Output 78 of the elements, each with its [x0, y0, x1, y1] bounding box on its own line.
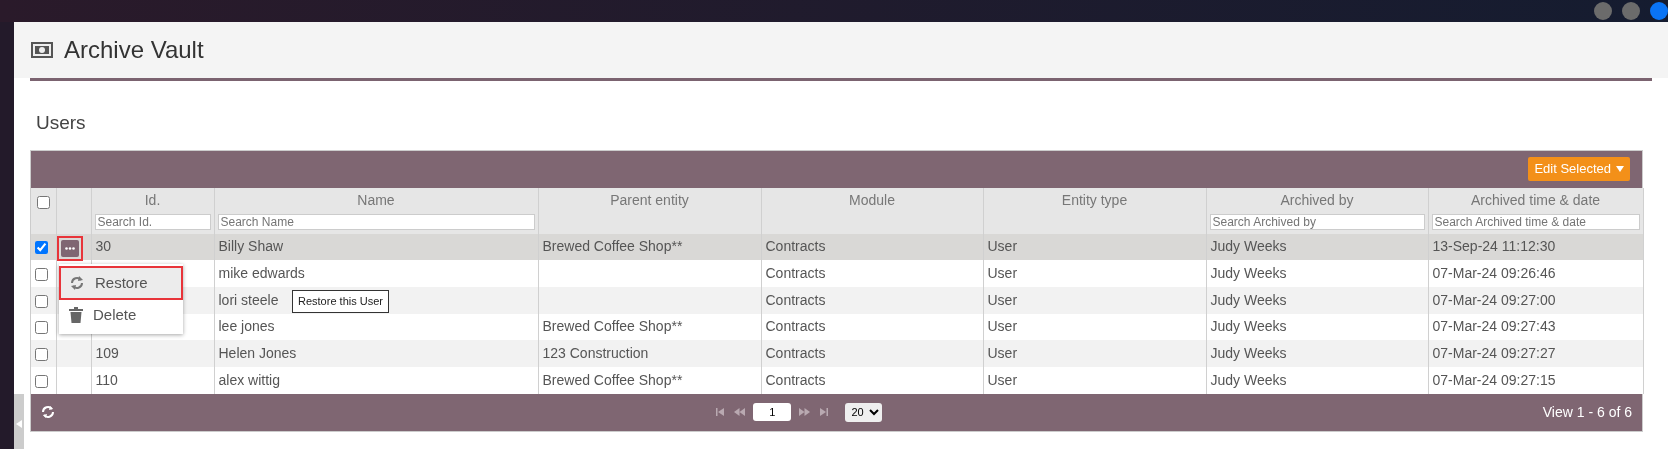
- table-cell: 07-Mar-24 09:26:46: [1432, 265, 1556, 282]
- column-header: Name: [356, 190, 396, 210]
- column-header: Parent entity: [609, 190, 690, 210]
- table-cell: 30: [95, 238, 112, 255]
- page-field[interactable]: 1: [753, 403, 792, 422]
- more-button[interactable]: [60, 239, 79, 257]
- column-header: Archived by: [1279, 190, 1355, 210]
- table-cell: 123 Construction: [542, 345, 649, 362]
- avatar-icon[interactable]: [1650, 2, 1668, 20]
- row-checkbox[interactable]: [35, 321, 48, 335]
- table-cell: Brewed Coffee Shop**: [542, 371, 683, 388]
- tooltip: Restore this User: [292, 290, 389, 313]
- toolbar-icon[interactable]: [1594, 2, 1612, 20]
- previous-page-icon[interactable]: [734, 408, 746, 417]
- table-cell: User: [987, 345, 1018, 362]
- table-cell: Helen Jones: [218, 345, 297, 362]
- table-cell: Contracts: [765, 318, 826, 335]
- refresh-icon[interactable]: [41, 405, 55, 420]
- table-cell: User: [987, 265, 1018, 282]
- search-field[interactable]: Search Name: [217, 213, 535, 230]
- trash-icon: [69, 307, 83, 323]
- refresh-icon: [69, 275, 85, 291]
- page-size-select[interactable]: 20: [845, 402, 883, 422]
- table-cell: Contracts: [765, 238, 826, 255]
- page-title: Archive Vault: [64, 35, 204, 65]
- table-cell: mike edwards: [218, 265, 305, 282]
- next-page-icon[interactable]: [799, 408, 811, 417]
- table-cell: 07-Mar-24 09:27:27: [1432, 345, 1556, 362]
- row-checkbox[interactable]: [35, 267, 48, 281]
- table-cell: Judy Weeks: [1210, 371, 1287, 388]
- table-cell: User: [987, 291, 1018, 308]
- first-page-icon[interactable]: [715, 408, 727, 417]
- search-field[interactable]: Search Archived by: [1209, 213, 1425, 230]
- row-checkbox[interactable]: [35, 294, 48, 308]
- table-cell: Judy Weeks: [1210, 318, 1287, 335]
- vault-icon: [30, 41, 54, 59]
- select-all-checkbox[interactable]: [36, 196, 50, 210]
- table-cell: alex wittig: [218, 371, 280, 388]
- table-cell: Contracts: [765, 291, 826, 308]
- toolbar-icon[interactable]: [1622, 2, 1640, 20]
- table-cell: Contracts: [765, 371, 826, 388]
- table-cell: 07-Mar-24 09:27:00: [1432, 291, 1556, 308]
- table-cell: User: [987, 238, 1018, 255]
- pager-summary: View 1 - 6 of 6: [1542, 402, 1632, 422]
- table-cell: lori steele: [218, 291, 279, 308]
- column-header: Entity type: [1060, 190, 1129, 210]
- dots-icon: [64, 246, 75, 250]
- row-checkbox[interactable]: [35, 241, 48, 255]
- table-cell: 109: [95, 345, 119, 362]
- table-cell: Contracts: [765, 345, 826, 362]
- caret-icon: [1616, 166, 1624, 172]
- table-cell: 13-Sep-24 11:12:30: [1432, 238, 1556, 255]
- menu-item[interactable]: Delete: [61, 300, 181, 330]
- row-checkbox[interactable]: [35, 374, 48, 388]
- table-cell: Judy Weeks: [1210, 345, 1287, 362]
- column-header: Archived time & date: [1469, 190, 1602, 210]
- search-field[interactable]: Search Archived time & date: [1431, 213, 1640, 230]
- row-checkbox[interactable]: [35, 347, 48, 361]
- column-header: Module: [848, 190, 896, 210]
- table-cell: Brewed Coffee Shop**: [542, 318, 683, 335]
- table-cell: Brewed Coffee Shop**: [542, 238, 683, 255]
- table-cell: User: [987, 371, 1018, 388]
- column-header: Id.: [143, 190, 162, 210]
- table-cell: Judy Weeks: [1210, 238, 1287, 255]
- table-cell: lee jones: [218, 318, 275, 335]
- last-page-icon[interactable]: [818, 408, 830, 417]
- table-cell: Billy Shaw: [218, 238, 284, 255]
- collapse-handle[interactable]: [14, 394, 24, 449]
- table-cell: 07-Mar-24 09:27:43: [1432, 318, 1556, 335]
- table-cell: 110: [95, 371, 118, 388]
- table-cell: Judy Weeks: [1210, 265, 1287, 282]
- table-cell: Contracts: [765, 265, 826, 282]
- menu-item[interactable]: Restore: [61, 268, 181, 298]
- table-cell: User: [987, 318, 1018, 335]
- section-title: Users: [35, 111, 87, 135]
- search-field[interactable]: Search Id.: [94, 213, 211, 230]
- table-cell: Judy Weeks: [1210, 291, 1287, 308]
- table-cell: 07-Mar-24 09:27:15: [1432, 371, 1556, 388]
